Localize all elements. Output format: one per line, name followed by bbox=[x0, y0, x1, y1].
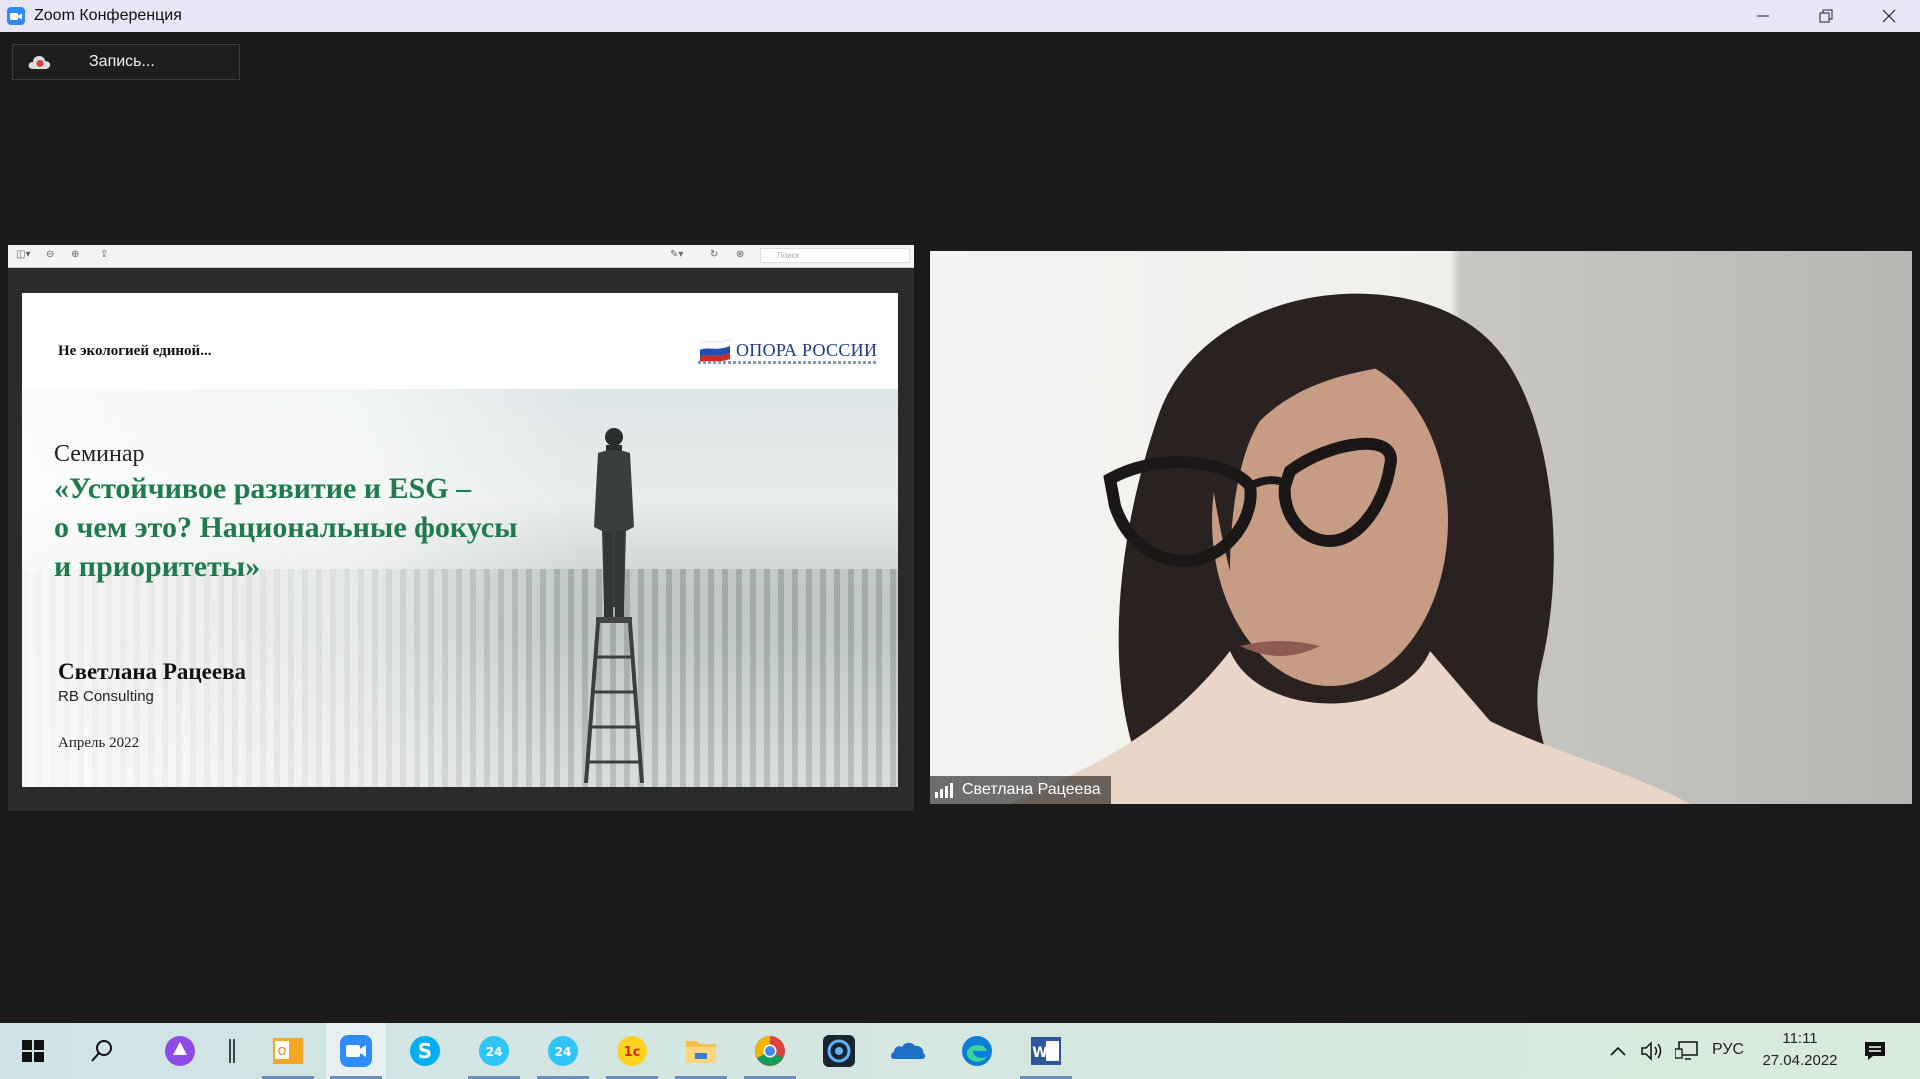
opora-logo: ОПОРА РОССИИ bbox=[698, 337, 878, 364]
taskbar-zoom[interactable] bbox=[326, 1023, 386, 1079]
restore-button[interactable] bbox=[1794, 0, 1857, 32]
volume-button[interactable] bbox=[1636, 1023, 1668, 1079]
taskbar-word[interactable]: W bbox=[1016, 1023, 1076, 1079]
annotate-icon[interactable]: ✎▾ bbox=[670, 249, 683, 260]
onedrive-icon bbox=[891, 1042, 926, 1059]
sidebar-toggle-icon[interactable]: ◫▾ bbox=[16, 249, 30, 260]
start-icon bbox=[22, 1040, 44, 1062]
headline-line: и приоритеты» bbox=[54, 550, 261, 583]
pdf-viewer-toolbar: ◫▾ ⊖ ⊕ ⇪ ✎▾ ↻ ⊗ Поиск bbox=[8, 245, 914, 268]
search-icon bbox=[91, 1040, 112, 1062]
clock-date: 27.04.2022 bbox=[1762, 1052, 1838, 1069]
taskbar-bitrix24[interactable]: 24 bbox=[464, 1023, 524, 1079]
svg-text:1с: 1с bbox=[624, 1045, 641, 1060]
zoom-icon bbox=[340, 1035, 372, 1067]
zoom-app-icon bbox=[7, 7, 25, 25]
minimize-icon bbox=[1756, 15, 1769, 17]
word-icon: W bbox=[1031, 1037, 1061, 1065]
bitrix24-icon: 24 bbox=[548, 1036, 578, 1066]
file-explorer-icon bbox=[686, 1041, 716, 1063]
camera-icon bbox=[823, 1035, 855, 1067]
svg-text:24: 24 bbox=[486, 1045, 503, 1059]
svg-text:W: W bbox=[1032, 1045, 1047, 1061]
taskbar-outlook[interactable]: O bbox=[258, 1023, 318, 1079]
taskbar-camera[interactable] bbox=[809, 1023, 869, 1079]
logo-text: ОПОРА РОССИИ bbox=[736, 339, 878, 360]
clock-time: 11:11 bbox=[1782, 1030, 1818, 1047]
signal-bars-icon bbox=[935, 783, 953, 798]
participant-video[interactable]: Светлана Рацеева bbox=[930, 251, 1912, 804]
windows-taskbar: O S 24 24 1с W РУС 11:11 27.04.2022 bbox=[0, 1023, 1920, 1079]
close-button[interactable] bbox=[1857, 0, 1920, 32]
notifications-button[interactable] bbox=[1852, 1023, 1898, 1079]
restore-icon bbox=[1819, 9, 1832, 23]
taskbar-divider bbox=[222, 1023, 242, 1079]
taskbar-clock[interactable]: 11:11 27.04.2022 bbox=[1760, 1028, 1840, 1072]
window-titlebar: Zoom Конференция bbox=[0, 0, 1920, 32]
participant-video-frame bbox=[1010, 293, 1690, 804]
network-icon bbox=[1675, 1041, 1698, 1060]
slide-background-photo bbox=[22, 389, 898, 787]
participant-name-tag: Светлана Рацеева bbox=[930, 776, 1111, 804]
slide-seminar-label: Семинар bbox=[54, 441, 145, 467]
chevron-up-icon bbox=[1610, 1046, 1626, 1056]
taskbar-1c[interactable]: 1с bbox=[602, 1023, 662, 1079]
notifications-icon bbox=[1865, 1042, 1885, 1060]
search-button[interactable] bbox=[72, 1023, 132, 1079]
tray-overflow-button[interactable] bbox=[1604, 1023, 1632, 1079]
rotate-icon[interactable]: ↻ bbox=[710, 249, 718, 260]
participant-name: Светлана Рацеева bbox=[962, 781, 1101, 798]
start-button[interactable] bbox=[3, 1023, 63, 1079]
outlook-icon: O bbox=[273, 1038, 303, 1064]
chrome-icon bbox=[755, 1036, 785, 1066]
close-icon bbox=[1882, 9, 1895, 23]
window-title: Zoom Конференция bbox=[34, 7, 182, 24]
cloud-record-icon bbox=[28, 56, 51, 69]
share-icon[interactable]: ⇪ bbox=[100, 249, 108, 260]
slide-company: RB Consulting bbox=[58, 688, 154, 705]
presentation-slide: Не экологией единой... ОПОРА РОССИИ Семи… bbox=[22, 293, 898, 787]
taskbar-chrome[interactable] bbox=[740, 1023, 800, 1079]
slide-date: Апрель 2022 bbox=[58, 735, 140, 751]
edge-icon bbox=[962, 1036, 992, 1066]
slide-speaker-name: Светлана Рацеева bbox=[58, 659, 247, 684]
cortana-button[interactable] bbox=[150, 1023, 210, 1079]
minimize-button[interactable] bbox=[1731, 0, 1794, 32]
taskbar-file-explorer[interactable] bbox=[671, 1023, 731, 1079]
slide-headline: «Устойчивое развитие и ESG – о чем это? … bbox=[54, 469, 594, 586]
skype-icon: S bbox=[410, 1036, 440, 1066]
logo-subtitle-line bbox=[698, 361, 878, 364]
bitrix24-icon: 24 bbox=[479, 1036, 509, 1066]
slide-header: Не экологией единой... ОПОРА РОССИИ bbox=[22, 293, 898, 389]
markup-icon[interactable]: ⊗ bbox=[736, 249, 744, 260]
zoom-in-icon[interactable]: ⊕ bbox=[71, 249, 79, 260]
svg-text:O: O bbox=[278, 1045, 287, 1058]
zoom-out-icon[interactable]: ⊖ bbox=[46, 249, 54, 260]
cortana-icon bbox=[165, 1036, 195, 1066]
taskbar-bitrix24-2[interactable]: 24 bbox=[533, 1023, 593, 1079]
taskbar-onedrive[interactable] bbox=[878, 1023, 938, 1079]
taskbar-edge[interactable] bbox=[947, 1023, 1007, 1079]
viewer-search-input[interactable]: Поиск bbox=[760, 248, 910, 263]
headline-line: «Устойчивое развитие и ESG – bbox=[54, 472, 472, 505]
1c-icon: 1с bbox=[617, 1036, 647, 1066]
svg-text:S: S bbox=[418, 1039, 432, 1063]
volume-icon bbox=[1641, 1041, 1662, 1061]
network-button[interactable] bbox=[1670, 1023, 1704, 1079]
recording-status[interactable]: Запись... bbox=[12, 44, 240, 80]
recording-label: Запись... bbox=[89, 53, 155, 70]
russian-flag-icon bbox=[699, 338, 731, 362]
shared-screen[interactable]: ◫▾ ⊖ ⊕ ⇪ ✎▾ ↻ ⊗ Поиск Не экологией едино… bbox=[8, 245, 914, 811]
taskbar-skype[interactable]: S bbox=[395, 1023, 455, 1079]
language-indicator[interactable]: РУС bbox=[1712, 1041, 1744, 1059]
divider-icon bbox=[229, 1039, 235, 1063]
headline-line: о чем это? Национальные фокусы bbox=[54, 511, 518, 544]
slide-header-text: Не экологией единой... bbox=[58, 343, 212, 359]
svg-text:24: 24 bbox=[555, 1045, 572, 1059]
